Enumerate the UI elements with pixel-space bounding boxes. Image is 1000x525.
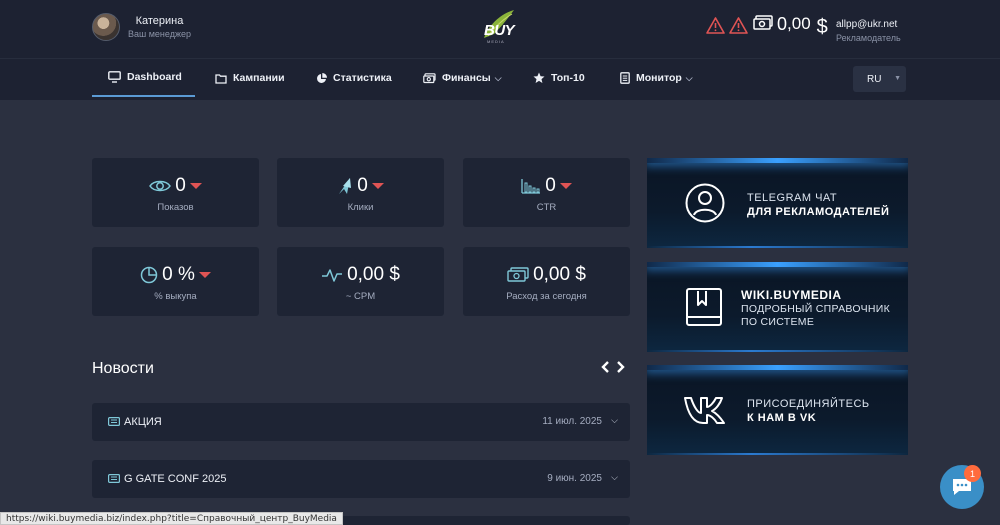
money-icon — [423, 72, 436, 83]
buyout-value: 0 % — [162, 264, 195, 285]
tab-top10-label: Топ-10 — [551, 72, 585, 84]
buymedia-logo[interactable]: BUY MEDIA — [478, 8, 518, 48]
status-bar-url: https://wiki.buymedia.biz/index.php?titl… — [0, 512, 343, 525]
impressions-label: Показов — [157, 202, 194, 213]
alerts — [706, 17, 748, 34]
logo-subtext: MEDIA — [487, 39, 505, 44]
eye-icon — [149, 180, 172, 192]
language-value: RU — [867, 73, 882, 85]
cpm-value: 0,00 $ — [347, 264, 400, 285]
document-icon — [620, 72, 630, 84]
book-icon — [686, 288, 722, 326]
stat-card-impressions: 0 Показов — [92, 158, 259, 227]
stat-card-ctr: 0 CTR — [463, 158, 630, 227]
caret-down-icon: ▼ — [894, 75, 901, 82]
news-item[interactable]: АКЦИЯ 11 июл. 2025 ⌵ — [92, 403, 630, 441]
promo-wiki-sub1: ПОДРОБНЫЙ СПРАВОЧНИК — [741, 303, 891, 315]
ctr-value: 0 — [545, 175, 556, 196]
chat-badge: 1 — [964, 465, 981, 482]
manager-block[interactable]: Катерина Ваш менеджер — [92, 13, 191, 41]
chevron-down-icon: ⌵ — [494, 72, 502, 83]
news-icon — [108, 474, 120, 483]
news-item-date: 9 июн. 2025 — [547, 473, 602, 484]
stat-card-spend-today: 0,00 $ Расход за сегодня — [463, 247, 630, 316]
tab-finance-label: Финансы — [442, 72, 491, 84]
pie-chart-icon — [140, 266, 158, 284]
news-item-date: 11 июл. 2025 — [542, 416, 602, 427]
star-icon — [533, 72, 545, 83]
promo-wiki[interactable]: WIKI.BUYMEDIA ПОДРОБНЫЙ СПРАВОЧНИК ПО СИ… — [647, 262, 908, 352]
buyout-label: % выкупа — [154, 291, 197, 302]
money-icon — [507, 267, 529, 282]
stat-card-cpm: 0,00 $ ~ CPM — [277, 247, 444, 316]
folder-icon — [215, 73, 227, 84]
bar-chart-icon — [521, 179, 541, 194]
down-arrow-icon — [198, 272, 211, 278]
tab-stats-label: Статистика — [333, 72, 392, 84]
promo-telegram-line1: TELEGRAM ЧАТ — [747, 192, 838, 204]
news-item[interactable]: G GATE CONF 2025 9 июн. 2025 ⌵ — [92, 460, 630, 498]
news-pager — [600, 360, 626, 374]
news-item-title: G GATE CONF 2025 — [124, 473, 227, 485]
clicks-value: 0 — [357, 175, 368, 196]
chevron-left-icon[interactable] — [600, 360, 610, 374]
clicks-label: Клики — [347, 202, 374, 213]
chevron-right-icon[interactable] — [616, 360, 626, 374]
user-email: allpp@ukr.net — [836, 19, 898, 30]
cursor-icon — [339, 178, 352, 194]
spend-today-label: Расход за сегодня — [506, 291, 587, 302]
tab-campaigns[interactable]: Кампании — [215, 59, 285, 97]
warning-icon[interactable] — [729, 17, 748, 34]
down-arrow-icon — [559, 183, 572, 189]
promo-wiki-sub2: ПО СИСТЕМЕ — [741, 316, 815, 328]
news-title: Новости — [92, 360, 154, 377]
chevron-down-icon[interactable]: ⌵ — [611, 472, 618, 483]
promo-vk-line1: ПРИСОЕДИНЯЙТЕСЬ — [747, 398, 870, 410]
vk-logo-icon — [684, 397, 725, 424]
top-header: Катерина Ваш менеджер BUY MEDIA 0,00 $ a… — [0, 0, 1000, 58]
promo-vk-line2: К НАМ В VK — [747, 412, 817, 424]
down-arrow-icon — [371, 183, 384, 189]
news-item-title: АКЦИЯ — [124, 416, 162, 428]
chevron-down-icon[interactable]: ⌵ — [611, 415, 618, 426]
cpm-label: ~ CPM — [345, 291, 376, 302]
stat-card-buyout: 0 % % выкупа — [92, 247, 259, 316]
money-icon — [753, 15, 773, 30]
manager-role: Ваш менеджер — [128, 29, 191, 39]
balance[interactable]: 0,00 $ — [753, 14, 828, 39]
chevron-down-icon: ⌵ — [685, 72, 693, 83]
tab-top10[interactable]: Топ-10 — [533, 59, 585, 97]
balance-currency: $ — [816, 16, 828, 38]
tab-stats[interactable]: Статистика — [316, 59, 392, 97]
tab-campaigns-label: Кампании — [233, 72, 285, 84]
manager-avatar — [92, 13, 120, 41]
stat-card-clicks: 0 Клики — [277, 158, 444, 227]
logo-text: BUY — [484, 22, 515, 39]
tab-monitor-label: Монитор — [636, 72, 682, 84]
news-icon — [108, 417, 120, 426]
warning-icon[interactable] — [706, 17, 725, 34]
user-circle-icon — [685, 183, 725, 223]
user-account[interactable]: allpp@ukr.net Рекламодатель — [836, 19, 901, 43]
pie-chart-icon — [317, 72, 327, 83]
user-role: Рекламодатель — [836, 33, 901, 43]
tab-dashboard[interactable]: Dashboard — [92, 59, 195, 97]
language-select[interactable]: RU ▼ — [853, 66, 906, 92]
balance-value: 0,00 — [777, 14, 811, 34]
tab-monitor[interactable]: Монитор ⌵ — [620, 59, 693, 97]
spend-today-value: 0,00 $ — [533, 264, 586, 285]
down-arrow-icon — [189, 183, 202, 189]
manager-name: Катерина — [135, 15, 184, 27]
monitor-icon — [108, 71, 121, 83]
promo-wiki-title: WIKI.BUYMEDIA — [741, 288, 842, 302]
ctr-label: CTR — [536, 202, 557, 213]
impressions-value: 0 — [175, 175, 186, 196]
tab-dashboard-label: Dashboard — [127, 71, 182, 83]
promo-vk[interactable]: ПРИСОЕДИНЯЙТЕСЬ К НАМ В VK — [647, 365, 908, 455]
pulse-icon — [322, 269, 343, 282]
promo-telegram-line2: ДЛЯ РЕКЛАМОДАТЕЛЕЙ — [747, 206, 890, 218]
tab-finance[interactable]: Финансы ⌵ — [423, 59, 502, 97]
main-nav: Dashboard Кампании Статистика Финансы ⌵ … — [0, 58, 1000, 100]
promo-telegram[interactable]: TELEGRAM ЧАТ ДЛЯ РЕКЛАМОДАТЕЛЕЙ — [647, 158, 908, 248]
